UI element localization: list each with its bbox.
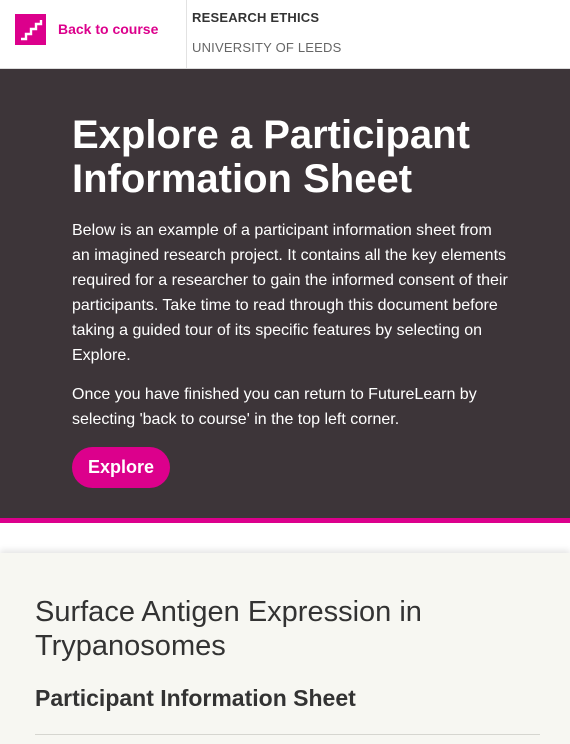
intro-hero: Explore a Participant Information Sheet … (0, 69, 570, 518)
document-divider (35, 734, 540, 735)
course-organisation: UNIVERSITY OF LEEDS (192, 40, 342, 55)
document-subtitle: Participant Information Sheet (35, 685, 356, 711)
futurelearn-logo-icon (15, 14, 46, 45)
back-to-course-label: Back to course (58, 21, 159, 37)
hero-title: Explore a Participant Information Sheet (72, 113, 470, 201)
hero-return-text: Once you have finished you can return to… (72, 386, 477, 428)
section-gap (0, 523, 570, 553)
document-title: Surface Antigen Expression in Trypanosom… (35, 596, 422, 662)
explore-button[interactable]: Explore (72, 447, 170, 488)
back-to-course-link[interactable]: Back to course (0, 0, 187, 68)
top-bar: Back to course RESEARCH ETHICS UNIVERSIT… (0, 0, 570, 69)
hero-intro-text: Below is an example of a participant inf… (72, 222, 508, 364)
course-title: RESEARCH ETHICS (192, 10, 320, 25)
information-sheet-document: Surface Antigen Expression in Trypanosom… (0, 553, 570, 744)
